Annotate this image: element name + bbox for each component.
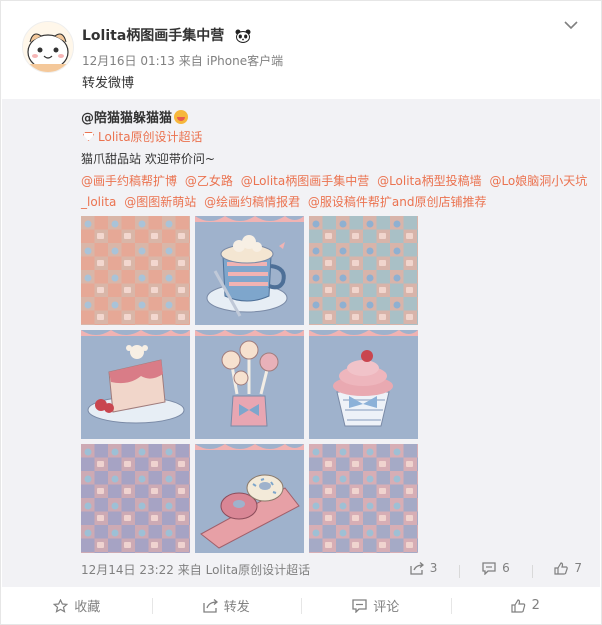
mention-link[interactable]: @Lolita柄图画手集中营	[241, 174, 370, 188]
source-prefix: 来自	[178, 54, 203, 68]
reposted-weibo: @陪猫猫躲猫猫 Lolita原创设计超话 猫爪甜品站 欢迎带价问~ @画手约稿帮…	[2, 99, 600, 587]
weibo-post-card: Lolita柄图画手集中营 12月16日 01:13 来自 iPhone客户端 …	[0, 0, 602, 625]
repost-like-count: 7	[574, 561, 582, 575]
comment-label: 评论	[373, 600, 400, 615]
favorite-button[interactable]: 收藏	[2, 596, 152, 616]
repost-comment-button[interactable]: 6	[482, 561, 510, 575]
mention-link[interactable]: @服设稿件帮扩and原创店铺推荐	[308, 195, 487, 209]
favorite-label: 收藏	[74, 600, 101, 615]
laugh-emoji-icon	[174, 110, 189, 124]
star-icon	[53, 598, 69, 613]
repost-comment-count: 6	[502, 561, 510, 575]
mention-link[interactable]: @Lolita柄型投稿墙	[377, 174, 482, 188]
repost-forward-button[interactable]: 3	[410, 561, 438, 575]
image-thumbnail[interactable]	[309, 216, 418, 325]
image-thumbnail[interactable]	[195, 216, 304, 325]
like-button[interactable]: 2	[450, 596, 601, 616]
diamond-icon	[83, 132, 94, 141]
avatar[interactable]	[22, 21, 74, 73]
image-grid	[81, 216, 421, 556]
thumbs-up-icon	[511, 598, 525, 613]
comment-icon	[482, 561, 496, 575]
mention-link[interactable]: @图图新萌站	[124, 195, 196, 209]
mention-link[interactable]: @乙女路	[185, 174, 233, 188]
forward-label: 转发	[223, 600, 250, 615]
image-thumbnail[interactable]	[309, 444, 418, 553]
repost-time[interactable]: 12月14日 23:22	[81, 563, 174, 577]
comment-icon	[352, 598, 367, 613]
username-text[interactable]: Lolita柄图画手集中营	[82, 28, 224, 44]
mention-list: @画手约稿帮扩博 @乙女路 @Lolita柄图画手集中营 @Lolita柄型投稿…	[81, 171, 591, 213]
repost-username-text[interactable]: @陪猫猫躲猫猫	[81, 111, 172, 126]
mention-link[interactable]: @绘画约稿情报君	[204, 195, 300, 209]
mention-link[interactable]: @画手约稿帮扩博	[81, 174, 177, 188]
image-thumbnail[interactable]	[309, 330, 418, 439]
repost-description: 猫爪甜品站 欢迎带价问~	[81, 152, 215, 166]
image-thumbnail[interactable]	[81, 216, 190, 325]
like-count: 2	[531, 598, 540, 613]
panda-icon	[235, 29, 251, 43]
forward-button[interactable]: 转发	[151, 596, 302, 616]
image-thumbnail[interactable]	[195, 330, 304, 439]
post-meta: 12月16日 01:13 来自 iPhone客户端	[82, 52, 283, 69]
repost-like-button[interactable]: 7	[554, 561, 582, 575]
super-topic-label[interactable]: Lolita原创设计超话	[98, 130, 203, 144]
chevron-down-icon[interactable]	[563, 17, 579, 33]
post-action-bar: 收藏 转发 评论 2	[2, 587, 600, 624]
post-text: 转发微博	[82, 76, 135, 91]
repost-source[interactable]: Lolita原创设计超话	[206, 563, 311, 577]
comment-button[interactable]: 评论	[301, 596, 451, 616]
source-prefix: 来自	[177, 563, 202, 577]
image-thumbnail[interactable]	[81, 330, 190, 439]
repost-stats: 3 6 7	[392, 561, 582, 578]
image-thumbnail[interactable]	[195, 444, 304, 553]
super-topic-link[interactable]: Lolita原创设计超话	[83, 128, 203, 145]
repost-username[interactable]: @陪猫猫躲猫猫	[81, 107, 189, 126]
forward-icon	[203, 598, 218, 613]
image-thumbnail[interactable]	[81, 444, 190, 553]
repost-forward-count: 3	[429, 561, 438, 575]
post-time[interactable]: 12月16日 01:13	[82, 54, 175, 68]
forward-icon	[410, 561, 424, 575]
repost-meta: 12月14日 23:22 来自 Lolita原创设计超话	[81, 561, 310, 578]
post-username[interactable]: Lolita柄图画手集中营	[82, 25, 251, 45]
thumbs-up-icon	[554, 561, 569, 575]
post-source: iPhone客户端	[206, 54, 284, 68]
